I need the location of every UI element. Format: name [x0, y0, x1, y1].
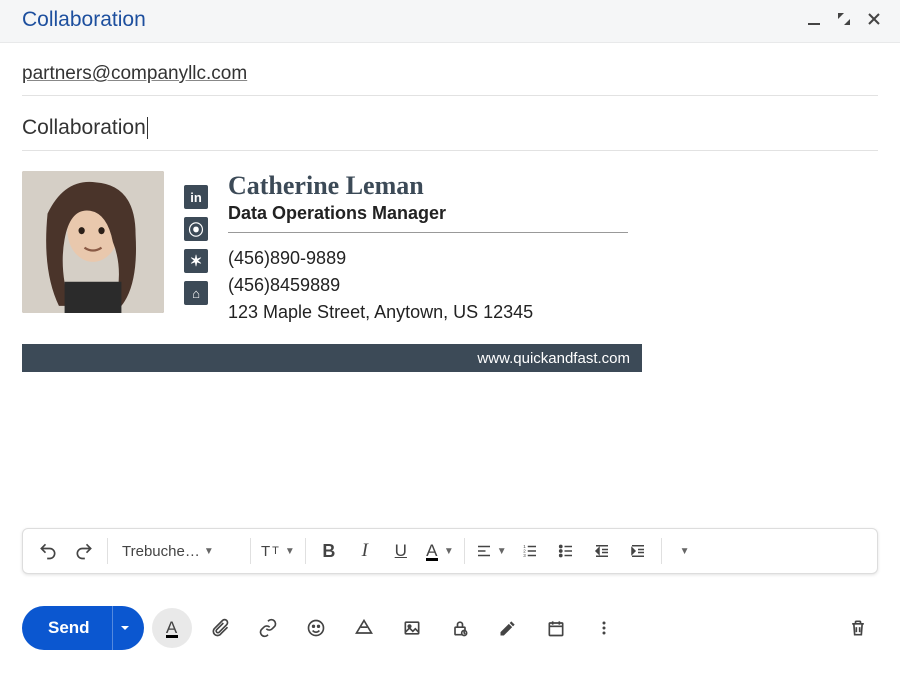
format-toolbar: Trebuche… ▼ TT ▼ B I U A ▼ ▼ 123 ▼	[22, 528, 878, 574]
signature-info: Catherine Leman Data Operations Manager …	[228, 171, 642, 326]
zillow-icon[interactable]: ⌂	[184, 281, 208, 305]
send-label: Send	[22, 618, 112, 638]
compose-header: Collaboration	[0, 0, 900, 43]
chevron-down-icon: ▼	[285, 546, 295, 557]
indent-more-button[interactable]	[621, 534, 655, 568]
font-family-select[interactable]: Trebuche… ▼	[114, 543, 244, 560]
window-controls	[806, 11, 882, 30]
signature-role: Data Operations Manager	[228, 203, 642, 224]
schedule-send-button[interactable]	[536, 608, 576, 648]
divider	[228, 232, 628, 233]
indent-less-button[interactable]	[585, 534, 619, 568]
subject-text[interactable]: Collaboration	[22, 116, 146, 140]
insert-emoji-button[interactable]	[296, 608, 336, 648]
discard-draft-button[interactable]	[838, 608, 878, 648]
font-size-button[interactable]: TT ▼	[257, 534, 299, 568]
linkedin-icon[interactable]: in	[184, 185, 208, 209]
separator	[107, 538, 108, 564]
signature-address: 123 Maple Street, Anytown, US 12345	[228, 299, 642, 326]
confidential-mode-button[interactable]	[440, 608, 480, 648]
insert-link-button[interactable]	[248, 608, 288, 648]
signature-website[interactable]: www.quickandfast.com	[477, 350, 630, 367]
send-options-button[interactable]	[112, 606, 144, 650]
separator	[250, 538, 251, 564]
social-icons: in ⦿ ✶ ⌂	[184, 171, 208, 305]
signature-website-bar: www.quickandfast.com	[22, 344, 642, 372]
insert-image-button[interactable]	[392, 608, 432, 648]
signature-phone1: (456)890-9889	[228, 245, 642, 272]
separator	[464, 538, 465, 564]
close-icon[interactable]	[866, 11, 882, 30]
email-body[interactable]: in ⦿ ✶ ⌂ Catherine Leman Data Operations…	[0, 151, 900, 372]
attach-file-button[interactable]	[200, 608, 240, 648]
more-formatting-button[interactable]: ▼	[668, 534, 702, 568]
recipients-row[interactable]: partners@companyllc.com	[22, 43, 878, 96]
yelp-icon[interactable]: ✶	[184, 249, 208, 273]
window-title: Collaboration	[22, 8, 146, 32]
font-family-label: Trebuche…	[122, 543, 200, 560]
separator	[661, 538, 662, 564]
bullet-list-button[interactable]	[549, 534, 583, 568]
numbered-list-button[interactable]: 123	[513, 534, 547, 568]
compose-fields: partners@companyllc.com Collaboration	[0, 43, 900, 151]
signature-name: Catherine Leman	[228, 171, 642, 201]
chevron-down-icon: ▼	[497, 546, 507, 557]
action-bar: Send A	[22, 606, 878, 650]
minimize-icon[interactable]	[806, 11, 822, 30]
svg-text:3: 3	[523, 553, 526, 558]
text-color-button[interactable]: A ▼	[420, 534, 458, 568]
chevron-down-icon: ▼	[204, 546, 214, 557]
italic-button[interactable]: I	[348, 534, 382, 568]
insert-drive-button[interactable]	[344, 608, 384, 648]
signature-block: in ⦿ ✶ ⌂ Catherine Leman Data Operations…	[22, 171, 642, 372]
align-button[interactable]: ▼	[471, 534, 511, 568]
recipient-chip[interactable]: partners@companyllc.com	[22, 63, 247, 84]
redo-button[interactable]	[67, 534, 101, 568]
subject-row[interactable]: Collaboration	[22, 96, 878, 151]
separator	[305, 538, 306, 564]
signature-phone2: (456)8459889	[228, 272, 642, 299]
avatar	[22, 171, 164, 313]
text-cursor	[147, 117, 148, 139]
more-options-button[interactable]	[584, 608, 624, 648]
undo-button[interactable]	[31, 534, 65, 568]
insert-signature-button[interactable]	[488, 608, 528, 648]
mastodon-icon[interactable]: ⦿	[184, 217, 208, 241]
chevron-down-icon: ▼	[444, 546, 454, 557]
fullscreen-icon[interactable]	[836, 11, 852, 30]
underline-button[interactable]: U	[384, 534, 418, 568]
formatting-toggle-button[interactable]: A	[152, 608, 192, 648]
bold-button[interactable]: B	[312, 534, 346, 568]
send-button[interactable]: Send	[22, 606, 144, 650]
